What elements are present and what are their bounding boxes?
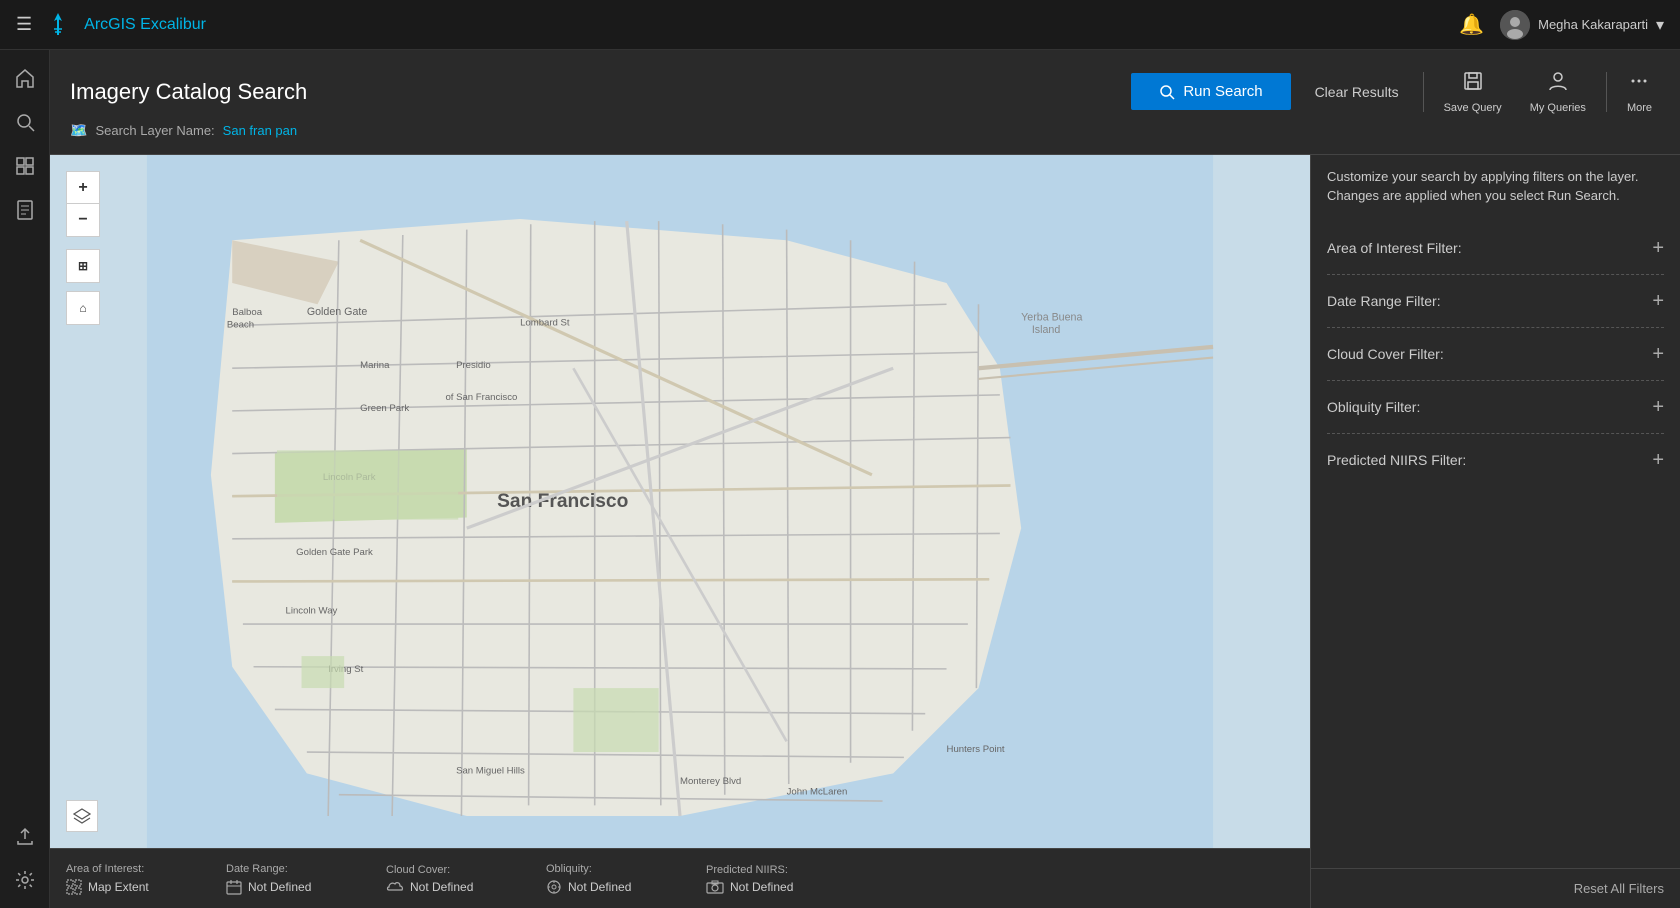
user-name: Megha Kakaraparti (1538, 17, 1648, 32)
map-controls: + − ⊞ ⌂ (66, 171, 100, 325)
svg-text:Yerba Buena: Yerba Buena (1021, 311, 1082, 323)
app-title: ArcGIS Excalibur (84, 16, 206, 34)
panel-content: Customize your search by applying filter… (1311, 151, 1680, 869)
filter-area-of-interest[interactable]: Area of Interest Filter: + (1327, 222, 1664, 275)
save-query-label: Save Query (1444, 102, 1502, 114)
app-logo (44, 11, 72, 39)
status-bar: Area of Interest: Map Extent Date Range:… (50, 848, 1310, 908)
sidebar-item-pages[interactable] (5, 190, 45, 230)
sidebar-item-home[interactable] (5, 58, 45, 98)
reset-all-filters-button[interactable]: Reset All Filters (1574, 881, 1664, 896)
layers-button[interactable] (66, 800, 98, 832)
top-icons: 🔔 Megha Kakaraparti ▾ (1459, 10, 1664, 40)
area-icon (66, 879, 82, 895)
filter-date-range[interactable]: Date Range Filter: + (1327, 275, 1664, 328)
sidebar (0, 50, 50, 908)
cloud-icon (386, 880, 404, 894)
status-area-of-interest: Area of Interest: Map Extent (66, 863, 226, 895)
sidebar-item-upload[interactable] (5, 816, 45, 856)
add-niirs-filter-icon[interactable]: + (1652, 450, 1664, 470)
my-queries-button[interactable]: My Queries (1522, 66, 1594, 118)
queries-icon (1547, 70, 1569, 98)
hamburger-icon[interactable]: ☰ (16, 14, 32, 35)
view-controls: ⊞ (66, 249, 100, 283)
panel-footer: Reset All Filters (1311, 868, 1680, 908)
svg-text:Green Park: Green Park (360, 403, 409, 414)
separator2 (1606, 72, 1607, 112)
status-obliquity: Obliquity: Not Defined (546, 863, 706, 895)
panel-description: Customize your search by applying filter… (1327, 167, 1664, 206)
svg-text:Presidio: Presidio (456, 360, 491, 371)
map-container[interactable]: San Francisco Golden Gate Marina Green P… (50, 155, 1310, 848)
header: Imagery Catalog Search Run Search Clear … (50, 50, 1680, 155)
map-background: San Francisco Golden Gate Marina Green P… (50, 155, 1310, 848)
header-row1: Imagery Catalog Search Run Search Clear … (70, 66, 1660, 118)
filter-predicted-niirs[interactable]: Predicted NIIRS Filter: + (1327, 434, 1664, 486)
home-controls: ⌂ (66, 291, 100, 325)
separator (1423, 72, 1424, 112)
status-date-range: Date Range: Not Defined (226, 863, 386, 895)
more-icon (1628, 70, 1650, 98)
map-svg: San Francisco Golden Gate Marina Green P… (50, 155, 1310, 848)
run-search-button[interactable]: Run Search (1131, 73, 1290, 110)
obliquity-icon (546, 879, 562, 895)
header-row2: 🗺️ Search Layer Name: San fran pan (70, 122, 1660, 139)
sidebar-item-search[interactable] (5, 102, 45, 142)
niirs-value: Not Defined (730, 880, 793, 894)
topbar: ☰ ArcGIS Excalibur 🔔 Megha Kakaraparti ▾ (0, 0, 1680, 50)
save-query-button[interactable]: Save Query (1436, 66, 1510, 118)
svg-text:Golden Gate Park: Golden Gate Park (296, 547, 373, 558)
header-actions: Run Search Clear Results Save Query My Q… (1131, 66, 1660, 118)
svg-text:Lombard St: Lombard St (520, 318, 570, 329)
chevron-down-icon: ▾ (1656, 15, 1664, 35)
sidebar-item-settings[interactable] (5, 860, 45, 900)
date-value: Not Defined (248, 880, 311, 894)
svg-text:Beach: Beach (227, 320, 254, 331)
right-panel: ✕ Search Results Search Settings Queued … (1310, 50, 1680, 908)
grid-view-button[interactable]: ⊞ (67, 250, 99, 282)
zoom-controls: + − (66, 171, 100, 237)
save-icon (1462, 70, 1484, 98)
svg-text:Hunters Point: Hunters Point (947, 744, 1005, 755)
more-label: More (1627, 102, 1652, 114)
search-layer-value[interactable]: San fran pan (223, 123, 297, 138)
svg-text:Lincoln Way: Lincoln Way (286, 605, 338, 616)
add-date-filter-icon[interactable]: + (1652, 291, 1664, 311)
svg-text:Golden Gate: Golden Gate (307, 306, 367, 318)
svg-text:Balboa: Balboa (232, 307, 262, 318)
status-predicted-niirs: Predicted NIIRS: Not Defined (706, 864, 866, 894)
my-queries-label: My Queries (1530, 102, 1586, 114)
camera-icon (706, 880, 724, 894)
sidebar-item-layers[interactable] (5, 146, 45, 186)
search-layer-label: Search Layer Name: (95, 123, 214, 138)
add-obliquity-filter-icon[interactable]: + (1652, 397, 1664, 417)
area-value: Map Extent (88, 880, 149, 894)
notification-icon[interactable]: 🔔 (1459, 12, 1484, 37)
add-area-filter-icon[interactable]: + (1652, 238, 1664, 258)
more-button[interactable]: More (1619, 66, 1660, 118)
page-title: Imagery Catalog Search (70, 79, 307, 105)
cloud-value: Not Defined (410, 880, 473, 894)
calendar-icon (226, 879, 242, 895)
svg-text:Monterey Blvd: Monterey Blvd (680, 776, 741, 787)
clear-results-button[interactable]: Clear Results (1303, 76, 1411, 108)
avatar (1500, 10, 1530, 40)
svg-text:Island: Island (1032, 324, 1061, 336)
svg-text:Marina: Marina (360, 360, 390, 371)
svg-text:John McLaren: John McLaren (787, 787, 848, 798)
status-cloud-cover: Cloud Cover: Not Defined (386, 864, 546, 894)
home-extent-button[interactable]: ⌂ (67, 292, 99, 324)
zoom-out-button[interactable]: − (67, 204, 99, 236)
obliquity-value: Not Defined (568, 880, 631, 894)
filter-obliquity[interactable]: Obliquity Filter: + (1327, 381, 1664, 434)
svg-text:San Miguel Hills: San Miguel Hills (456, 765, 525, 776)
add-cloud-filter-icon[interactable]: + (1652, 344, 1664, 364)
zoom-in-button[interactable]: + (67, 172, 99, 204)
filter-cloud-cover[interactable]: Cloud Cover Filter: + (1327, 328, 1664, 381)
svg-text:of San Francisco: of San Francisco (445, 392, 517, 403)
user-area[interactable]: Megha Kakaraparti ▾ (1500, 10, 1664, 40)
